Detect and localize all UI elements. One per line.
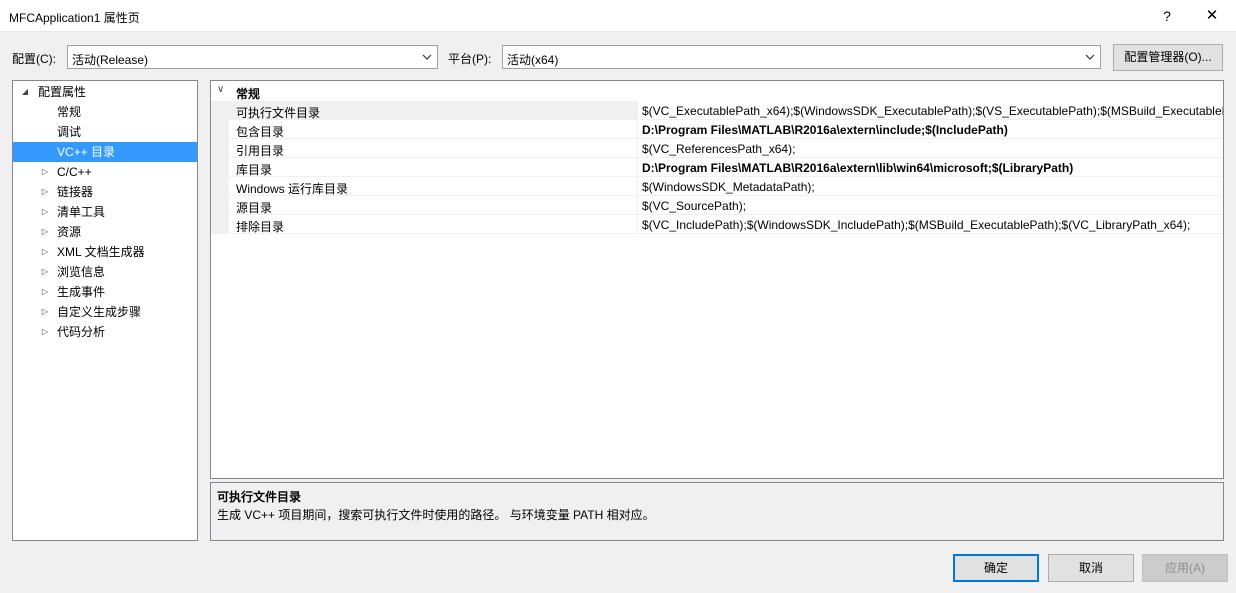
- group-header[interactable]: ∨ 常规: [211, 82, 1223, 101]
- property-value[interactable]: $(WindowsSDK_MetadataPath);: [642, 180, 1223, 194]
- property-name: 引用目录: [236, 144, 285, 158]
- help-icon[interactable]: ?: [1155, 4, 1179, 28]
- property-value[interactable]: D:\Program Files\MATLAB\R2016a\extern\li…: [642, 161, 1223, 175]
- column-divider: [637, 196, 638, 215]
- column-divider: [637, 158, 638, 177]
- apply-button[interactable]: 应用(A): [1142, 554, 1228, 582]
- column-divider: [637, 177, 638, 196]
- tree-root-label: 配置属性: [38, 85, 87, 99]
- cancel-button[interactable]: 取消: [1048, 554, 1134, 582]
- expand-triangle-icon[interactable]: ▷: [39, 202, 51, 222]
- property-name: 源目录: [236, 201, 273, 215]
- tree-item-vc-directories[interactable]: VC++ 目录: [13, 142, 197, 162]
- column-divider: [637, 101, 638, 120]
- chevron-down-icon: [1085, 54, 1095, 60]
- column-divider: [637, 120, 638, 139]
- expand-triangle-icon[interactable]: ▷: [39, 242, 51, 262]
- property-name: Windows 运行库目录: [236, 182, 349, 196]
- tree-item-xml-doc[interactable]: ▷ XML 文档生成器: [13, 242, 197, 262]
- platform-combo[interactable]: 活动(x64): [502, 45, 1101, 69]
- ok-button[interactable]: 确定: [953, 554, 1039, 582]
- row-gutter: [211, 139, 229, 158]
- collapse-triangle-icon[interactable]: ◢: [19, 82, 31, 102]
- tree-item-label: 浏览信息: [57, 265, 106, 279]
- group-title: 常规: [236, 87, 261, 101]
- property-value[interactable]: $(VC_ExecutablePath_x64);$(WindowsSDK_Ex…: [642, 104, 1223, 118]
- chevron-down-icon: [422, 54, 432, 60]
- property-row[interactable]: 包含目录 D:\Program Files\MATLAB\R2016a\exte…: [211, 120, 1223, 139]
- platform-combo-value: 活动(x64): [507, 53, 559, 67]
- tree-item-build-events[interactable]: ▷ 生成事件: [13, 282, 197, 302]
- tree-item-label: 生成事件: [57, 285, 106, 299]
- expand-triangle-icon[interactable]: ▷: [39, 302, 51, 322]
- config-combo-value: 活动(Release): [72, 53, 149, 67]
- column-divider: [637, 215, 638, 234]
- tree-item-linker[interactable]: ▷ 链接器: [13, 182, 197, 202]
- tree-item-custom-build[interactable]: ▷ 自定义生成步骤: [13, 302, 197, 322]
- property-value[interactable]: D:\Program Files\MATLAB\R2016a\extern\in…: [642, 123, 1223, 137]
- tree-item-label: 调试: [57, 125, 82, 139]
- property-row[interactable]: 排除目录 $(VC_IncludePath);$(WindowsSDK_Incl…: [211, 215, 1223, 234]
- tree-item-label: C/C++: [57, 165, 92, 179]
- title-bar: MFCApplication1 属性页 ? ✕: [0, 0, 1236, 32]
- config-manager-button[interactable]: 配置管理器(O)...: [1113, 44, 1223, 71]
- tree-item-code-analysis[interactable]: ▷ 代码分析: [13, 322, 197, 342]
- property-value[interactable]: $(VC_SourcePath);: [642, 199, 1223, 213]
- property-row[interactable]: 引用目录 $(VC_ReferencesPath_x64);: [211, 139, 1223, 158]
- tree-item-label: 链接器: [57, 185, 94, 199]
- tree-root[interactable]: ◢ 配置属性: [13, 82, 197, 102]
- row-gutter: [211, 101, 229, 120]
- platform-label: 平台(P):: [448, 52, 492, 66]
- tree-item-label: 自定义生成步骤: [57, 305, 142, 319]
- tree-item-label: 资源: [57, 225, 82, 239]
- tree-item-label: 常规: [57, 105, 82, 119]
- row-gutter: [211, 196, 229, 215]
- row-gutter: [211, 158, 229, 177]
- tree-item-browse-info[interactable]: ▷ 浏览信息: [13, 262, 197, 282]
- tree-item-general[interactable]: 常规: [13, 102, 197, 122]
- property-name: 包含目录: [236, 125, 285, 139]
- tree-item-label: 清单工具: [57, 205, 106, 219]
- description-title: 可执行文件目录: [217, 490, 302, 504]
- config-label: 配置(C):: [12, 52, 56, 66]
- property-value[interactable]: $(VC_ReferencesPath_x64);: [642, 142, 1223, 156]
- config-combo[interactable]: 活动(Release): [67, 45, 438, 69]
- close-icon[interactable]: ✕: [1200, 4, 1224, 28]
- column-divider: [637, 139, 638, 158]
- property-name: 可执行文件目录: [236, 106, 321, 120]
- property-value[interactable]: $(VC_IncludePath);$(WindowsSDK_IncludePa…: [642, 218, 1223, 232]
- tree-item-resources[interactable]: ▷ 资源: [13, 222, 197, 242]
- expand-triangle-icon[interactable]: ▷: [39, 282, 51, 302]
- property-row[interactable]: 可执行文件目录 $(VC_ExecutablePath_x64);$(Windo…: [211, 101, 1223, 120]
- expand-triangle-icon[interactable]: ▷: [39, 182, 51, 202]
- property-name: 库目录: [236, 163, 273, 177]
- tree-item-label: XML 文档生成器: [57, 245, 145, 259]
- property-name: 排除目录: [236, 220, 285, 234]
- description-text: 生成 VC++ 项目期间，搜索可执行文件时使用的路径。 与环境变量 PATH 相…: [217, 508, 655, 522]
- description-panel: 可执行文件目录 生成 VC++ 项目期间，搜索可执行文件时使用的路径。 与环境变…: [210, 482, 1224, 541]
- property-grid[interactable]: ∨ 常规 可执行文件目录 $(VC_ExecutablePath_x64);$(…: [210, 80, 1224, 479]
- row-gutter: [211, 177, 229, 196]
- expand-triangle-icon[interactable]: ▷: [39, 322, 51, 342]
- tree-item-label: 代码分析: [57, 325, 106, 339]
- chevron-down-icon[interactable]: ∨: [217, 84, 224, 95]
- tree-item-manifest-tool[interactable]: ▷ 清单工具: [13, 202, 197, 222]
- expand-triangle-icon[interactable]: ▷: [39, 262, 51, 282]
- window-title: MFCApplication1 属性页: [9, 11, 140, 25]
- expand-triangle-icon[interactable]: ▷: [39, 162, 51, 182]
- tree-item-debugging[interactable]: 调试: [13, 122, 197, 142]
- tree-item-cpp[interactable]: ▷ C/C++: [13, 162, 197, 182]
- property-row[interactable]: 库目录 D:\Program Files\MATLAB\R2016a\exter…: [211, 158, 1223, 177]
- row-gutter: [211, 215, 229, 234]
- property-tree[interactable]: ◢ 配置属性 常规 调试 VC++ 目录 ▷ C/C++ ▷ 链接器 ▷ 清单工…: [12, 80, 198, 541]
- expand-triangle-icon[interactable]: ▷: [39, 222, 51, 242]
- property-row[interactable]: 源目录 $(VC_SourcePath);: [211, 196, 1223, 215]
- property-row[interactable]: Windows 运行库目录 $(WindowsSDK_MetadataPath)…: [211, 177, 1223, 196]
- row-gutter: [211, 120, 229, 139]
- tree-item-label: VC++ 目录: [57, 145, 116, 159]
